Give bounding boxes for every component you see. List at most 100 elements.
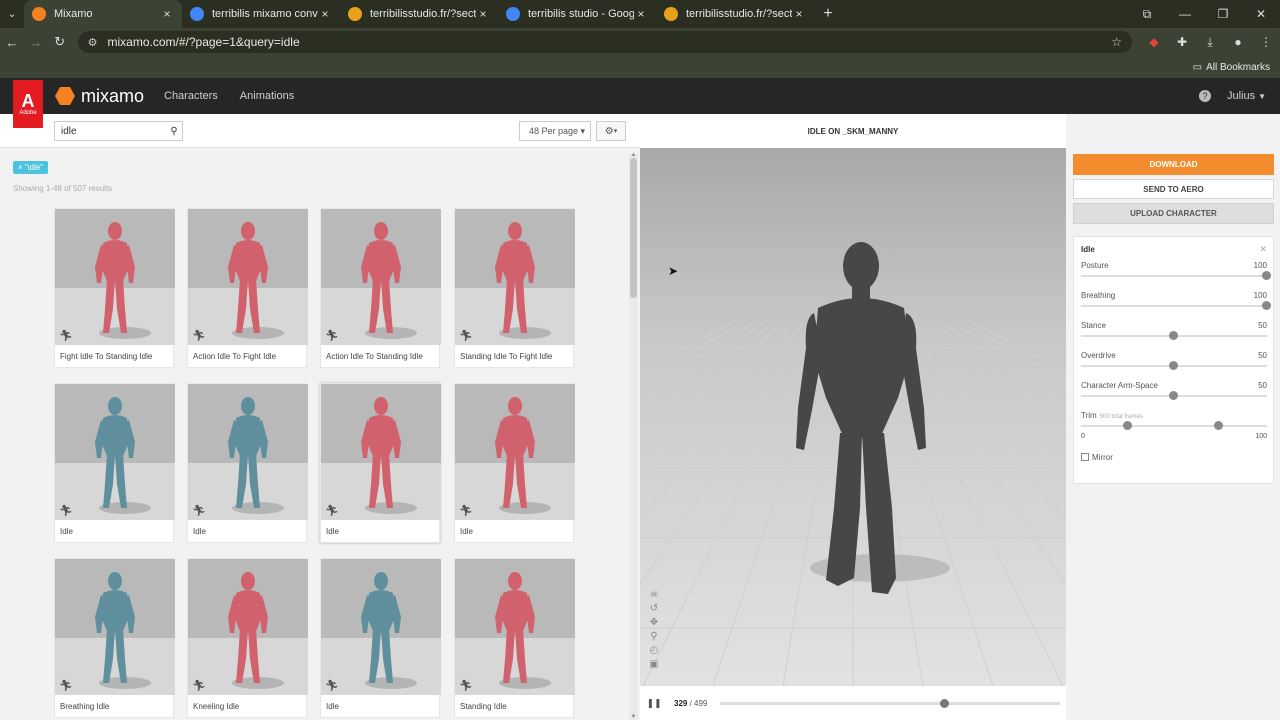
extension-icon[interactable]: ◆	[1140, 35, 1168, 49]
animation-card[interactable]: 🏃︎ Idle	[187, 383, 308, 543]
close-tab-icon[interactable]: ×	[634, 7, 648, 21]
settings-dropdown[interactable]: ⚙ ▾	[596, 121, 626, 141]
profile-avatar-icon[interactable]: ●	[1224, 35, 1252, 49]
slider-label: Posture	[1081, 261, 1109, 270]
tab-search-icon[interactable]: ⌄	[0, 0, 24, 28]
tab-overflow-icon[interactable]: ⧉	[1128, 7, 1166, 22]
trim-start-handle[interactable]	[1122, 421, 1132, 430]
animation-card[interactable]: 🏃︎ Action Idle To Fight Idle	[187, 208, 308, 368]
browser-tab[interactable]: terribilis studio - Google Search ×	[498, 0, 656, 28]
bookmark-star-icon[interactable]: ☆	[1111, 35, 1122, 49]
search-box[interactable]: idle ⚲	[54, 121, 183, 141]
skeleton-icon[interactable]: ☠	[650, 588, 659, 602]
download-button[interactable]: DOWNLOAD	[1073, 154, 1274, 175]
animation-card[interactable]: 🏃︎ Fight Idle To Standing Idle	[54, 208, 175, 368]
slider-posture[interactable]: Posture 100	[1081, 261, 1271, 285]
scrollbar[interactable]: ▲ ▼	[629, 152, 638, 720]
back-icon[interactable]: ←	[0, 35, 24, 50]
browser-tab[interactable]: terribilisstudio.fr/?section=MC ×	[340, 0, 498, 28]
user-menu[interactable]: Julius	[1227, 90, 1255, 102]
search-input[interactable]: idle	[61, 126, 166, 137]
slider-label: Breathing	[1081, 291, 1116, 300]
rotate-icon[interactable]: ↺	[650, 602, 658, 616]
browser-tab[interactable]: Mixamo ×	[24, 0, 182, 28]
close-window-icon[interactable]: ✕	[1242, 7, 1280, 21]
slider-track[interactable]	[1081, 275, 1267, 277]
close-icon[interactable]: ✕	[1259, 244, 1267, 255]
close-tab-icon[interactable]: ×	[476, 7, 490, 21]
reset-view-icon[interactable]: ◴	[650, 644, 659, 658]
mixamo-hex-icon	[55, 87, 75, 105]
minimize-icon[interactable]: —	[1166, 7, 1204, 21]
per-page-select[interactable]: 48 Per page ▾	[519, 121, 591, 141]
animation-label: Idle	[193, 527, 206, 536]
scrollbar-thumb[interactable]	[630, 158, 637, 298]
animation-card[interactable]: 🏃︎ Idle	[454, 383, 575, 543]
browser-toolbar: ← → ↻ ⚙ mixamo.com/#/?page=1&query=idle …	[0, 28, 1280, 56]
upload-character-button[interactable]: UPLOAD CHARACTER	[1073, 203, 1274, 224]
checkbox-box[interactable]	[1081, 453, 1089, 461]
pause-icon[interactable]: ❚❚	[640, 698, 668, 709]
search-toolbar: idle ⚲ 48 Per page ▾ ⚙ ▾	[0, 114, 640, 148]
animation-card[interactable]: 🏃︎ Breathing Idle	[54, 558, 175, 718]
mixamo-logo[interactable]: mixamo	[55, 78, 144, 114]
trim-end-handle[interactable]	[1213, 421, 1223, 430]
mirror-checkbox[interactable]: Mirror	[1081, 451, 1201, 463]
slider-value: 100	[1253, 291, 1267, 300]
browser-menu-icon[interactable]: ⋮	[1252, 35, 1280, 49]
browser-tab[interactable]: terribilis mixamo converter - Go ×	[182, 0, 340, 28]
slider-breathing[interactable]: Breathing 100	[1081, 291, 1271, 315]
restore-icon[interactable]: ❐	[1204, 7, 1242, 21]
chevron-down-icon[interactable]: ▼	[1258, 92, 1266, 101]
slider-trim[interactable]: Trim 500 total frames	[1081, 411, 1267, 435]
pan-icon[interactable]: ✥	[650, 616, 658, 630]
nav-animations[interactable]: Animations	[240, 90, 294, 102]
camera-icon[interactable]: ▣	[649, 658, 658, 672]
slider-overdrive[interactable]: Overdrive 50	[1081, 351, 1267, 375]
slider-handle[interactable]	[1169, 361, 1178, 370]
download-icon[interactable]: ⤓	[1196, 35, 1224, 50]
animation-card[interactable]: 🏃︎ Standing Idle	[454, 558, 575, 718]
slider-track[interactable]	[1081, 425, 1267, 427]
close-tab-icon[interactable]: ×	[160, 7, 174, 21]
scroll-down-icon[interactable]: ▼	[629, 714, 638, 720]
per-page-value: 48 Per page	[529, 126, 579, 136]
animation-card[interactable]: 🏃︎ Idle	[54, 383, 175, 543]
help-icon[interactable]: ?	[1198, 90, 1211, 102]
3d-viewport[interactable]: ➤ ☠ ↺ ✥ ⚲ ◴ ▣	[640, 148, 1066, 686]
slider-character-arm-space[interactable]: Character Arm-Space 50	[1081, 381, 1267, 405]
animation-card[interactable]: 🏃︎ Idle	[320, 558, 441, 718]
slider-handle[interactable]	[1262, 301, 1271, 310]
browser-tab[interactable]: terribilisstudio.fr/?section=MC ×	[656, 0, 814, 28]
slider-track[interactable]	[1081, 305, 1267, 307]
all-bookmarks-link[interactable]: All Bookmarks	[1206, 62, 1270, 73]
adobe-logo[interactable]: A Adobe	[13, 80, 43, 128]
animation-card[interactable]: 🏃︎ Standing Idle To Fight Idle	[454, 208, 575, 368]
close-tab-icon[interactable]: ×	[318, 7, 332, 21]
new-tab-icon[interactable]: +	[814, 0, 842, 28]
mixamo-wordmark: mixamo	[81, 85, 145, 106]
animation-card[interactable]: 🏃︎ Kneeling Idle	[187, 558, 308, 718]
zoom-icon[interactable]: ⚲	[650, 630, 657, 644]
animation-browser: idle ⚲ 48 Per page ▾ ⚙ ▾ × "idle" Showing…	[0, 114, 640, 720]
viewport-scene	[640, 242, 1066, 686]
extensions-puzzle-icon[interactable]: ✚	[1168, 35, 1196, 49]
animation-thumbnail: 🏃︎	[55, 384, 175, 520]
animation-card[interactable]: 🏃︎ Idle	[320, 383, 441, 543]
reload-icon[interactable]: ↻	[48, 34, 72, 50]
close-tab-icon[interactable]: ×	[792, 7, 806, 21]
search-icon[interactable]: ⚲	[166, 126, 182, 137]
slider-handle[interactable]	[1262, 271, 1271, 280]
slider-stance[interactable]: Stance 50	[1081, 321, 1267, 345]
filter-chip[interactable]: × "idle"	[13, 161, 49, 174]
animation-card[interactable]: 🏃︎ Action Idle To Standing Idle	[320, 208, 441, 368]
slider-handle[interactable]	[1169, 331, 1178, 340]
send-to-aero-button[interactable]: SEND TO AERO	[1073, 179, 1274, 199]
timeline-handle[interactable]	[940, 699, 950, 708]
timeline-slider[interactable]	[720, 699, 1060, 708]
nav-characters[interactable]: Characters	[164, 90, 218, 102]
slider-handle[interactable]	[1169, 391, 1178, 400]
forward-icon[interactable]: →	[24, 35, 48, 50]
site-info-icon[interactable]: ⚙	[88, 36, 98, 49]
address-bar[interactable]: ⚙ mixamo.com/#/?page=1&query=idle ☆	[77, 31, 1133, 53]
